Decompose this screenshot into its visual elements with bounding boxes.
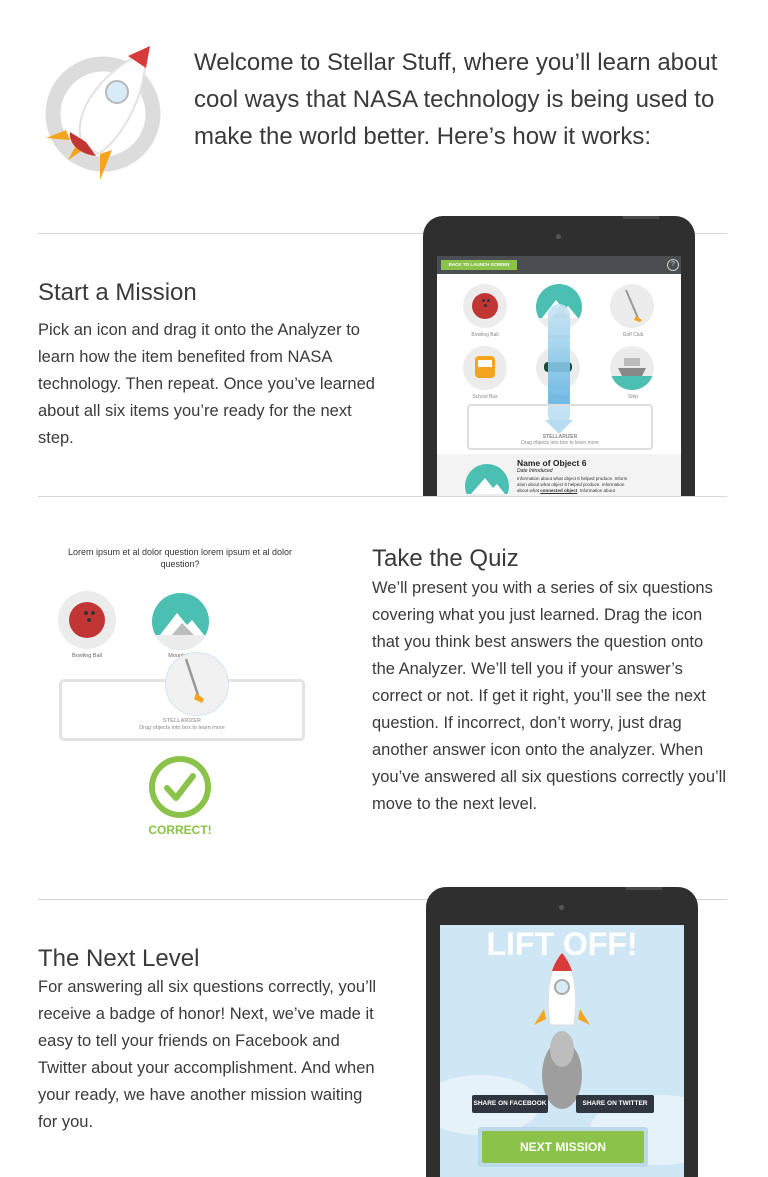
item-label: Golf Club [622,332,644,338]
item-golf-club[interactable] [610,284,654,328]
item-school-bus[interactable] [463,346,507,390]
section-title-mission: Start a Mission [38,279,197,306]
item-ship[interactable] [610,346,654,390]
checkmark-icon [147,754,213,820]
intro-text: Welcome to Stellar Stuff, where you’ll l… [194,49,718,150]
correct-label: CORRECT! [148,823,212,837]
golf-club-icon [184,658,204,703]
tablet-screen: BACK TO LAUNCH SCREEN ? Bowling Ball Mou… [437,256,681,496]
item-bowling-ball[interactable] [463,284,507,328]
share-twitter-button[interactable]: SHARE ON TWITTER [576,1095,654,1113]
object-name: Name of Object 6 [517,458,587,468]
dragged-golf-club[interactable] [165,652,229,716]
section-title-next-level: The Next Level [38,945,200,972]
share-facebook-button[interactable]: SHARE ON FACEBOOK [472,1095,548,1113]
section-body-next-level: For answering all six questions correctl… [38,978,377,1131]
object-info-text: . Information about [577,488,615,493]
next-mission-button[interactable]: NEXT MISSION [482,1131,644,1163]
object-thumbnail [465,464,509,496]
quiz-analyzer-hint: Drag objects into box to learn more [139,725,225,731]
mountains-icon [465,478,509,496]
tablet-screen: LIFT OFF! SHARE ON FACEBOOK SHARE ON TWI… [440,925,684,1177]
quiz-item-bowling-ball[interactable] [58,591,116,649]
section-body-quiz: We’ll present you with a series of six q… [372,579,726,813]
golf-club-icon [625,289,642,322]
quiz-question: Lorem ipsum et al dolor question lorem i… [67,547,293,569]
back-to-launch-button[interactable]: BACK TO LAUNCH SCREEN [441,260,517,270]
ship-icon [610,358,654,390]
quiz-item-label: Bowling Ball [72,653,102,659]
rocket-icon [534,952,590,1109]
mountains-icon [152,613,209,650]
quiz-analyzer-title: STELLARIZER [163,718,201,724]
divider [38,496,727,497]
tablet-camera [556,234,561,239]
object-info-line: about what connected object. Information… [517,488,615,493]
item-label: Bowling Ball [471,332,499,338]
tablet-next-level: LIFT OFF! SHARE ON FACEBOOK SHARE ON TWI… [426,887,698,1177]
object-info-line: ation about what object 6 helped produce… [517,482,625,487]
section-title-quiz: Take the Quiz [372,545,519,572]
item-label: Ship [627,394,638,400]
rocket-logo-icon [38,42,168,187]
section-body-mission: Pick an icon and drag it onto the Analyz… [38,321,375,447]
quiz-item-mountains[interactable] [152,593,209,650]
item-label: School Bus [472,394,498,400]
object-info-line: Information about what object 6 helped p… [517,476,628,481]
connected-object-link[interactable]: connected object [540,488,577,493]
object-date: Date Introduced [517,468,553,474]
object-info-text: about what [517,488,541,493]
tablet-mission: BACK TO LAUNCH SCREEN ? Bowling Ball Mou… [423,216,695,496]
help-button[interactable]: ? [667,259,679,271]
analyzer-hint: Drag objects into box to learn more [521,440,599,446]
tablet-camera [559,905,564,910]
